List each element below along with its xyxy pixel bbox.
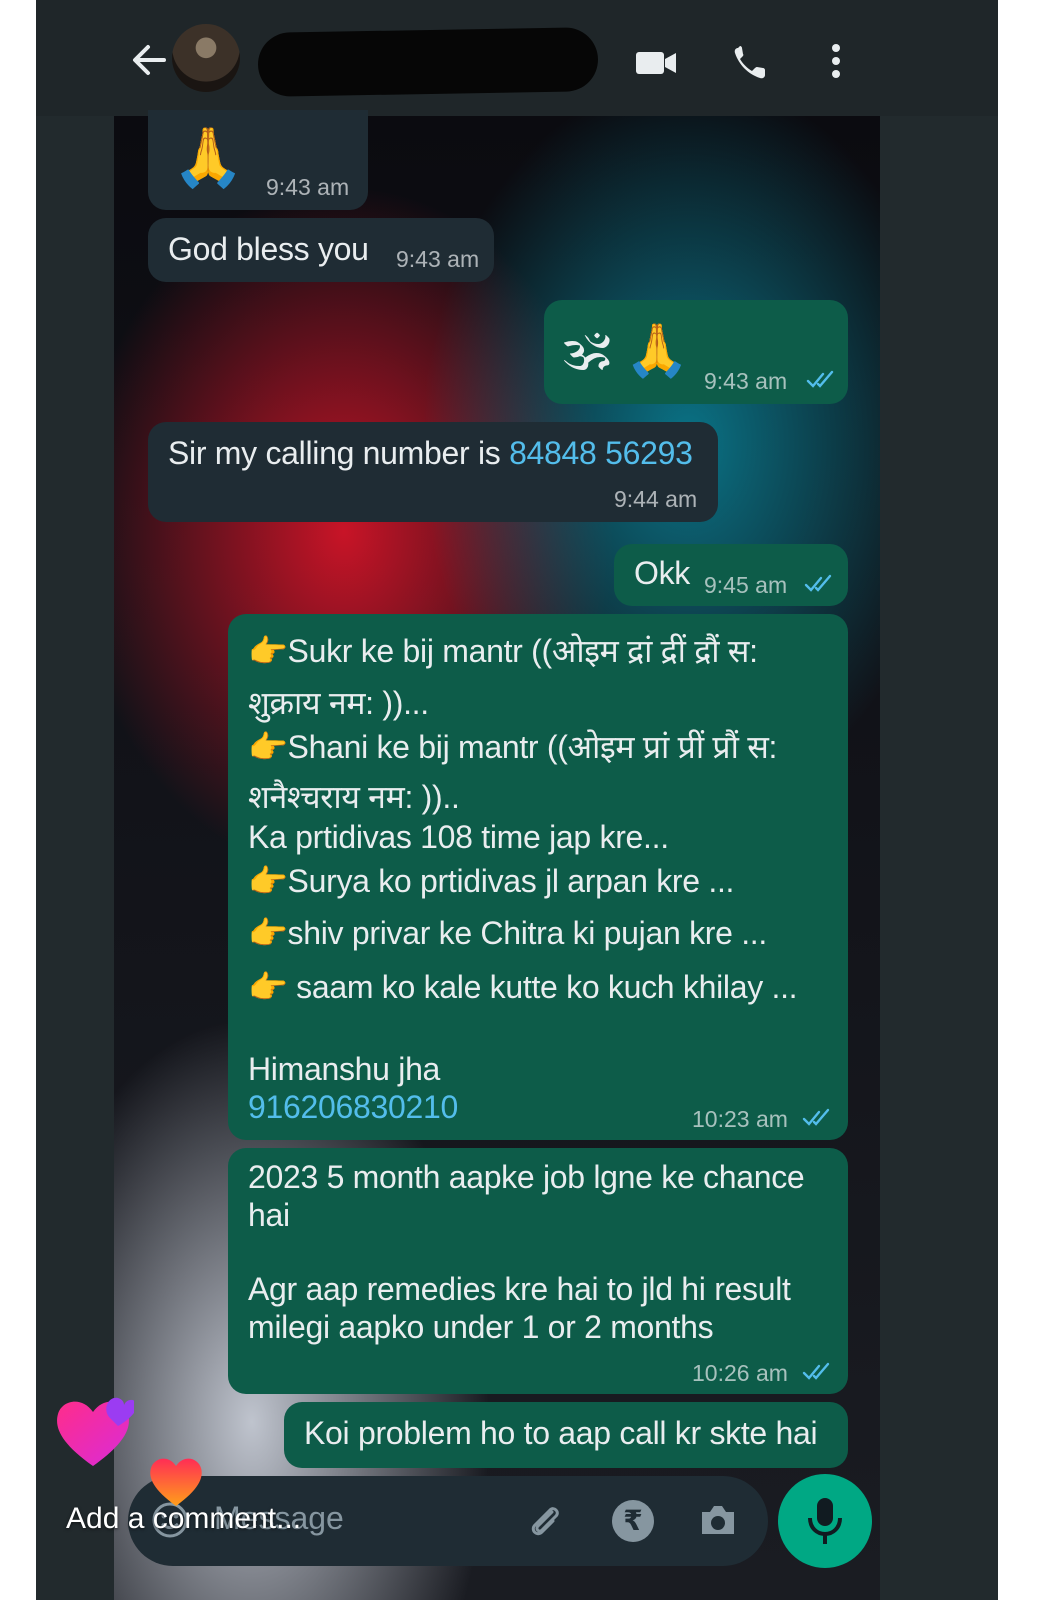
more-menu-button[interactable] xyxy=(816,42,860,82)
contact-avatar[interactable] xyxy=(172,24,240,92)
add-comment-input[interactable]: Add a comment... xyxy=(66,1502,301,1536)
message-line: शुक्राय नम: ))... xyxy=(248,685,429,721)
message-line: 👉shiv privar ke Chitra ki pujan kre ... xyxy=(248,915,767,951)
message-bubble-outgoing[interactable]: 🕉 🙏 9:43 am xyxy=(544,300,848,404)
read-receipt-icon xyxy=(802,1362,830,1380)
message-timestamp: 10:23 am xyxy=(692,1106,788,1132)
message-line: hai xyxy=(248,1197,290,1233)
wallpaper-side-left xyxy=(36,116,114,1600)
message-timestamp: 9:44 am xyxy=(614,486,698,512)
message-line: 2023 5 month aapke job lgne ke chance xyxy=(248,1159,805,1195)
chat-screen: 🙏 9:43 am God bless you 9:43 am 🕉 🙏 9:43… xyxy=(36,0,998,1600)
read-receipt-icon xyxy=(804,574,832,592)
message-timestamp: 9:43 am xyxy=(704,368,788,394)
message-text: Sir my calling number is 84848 56293 xyxy=(168,434,693,472)
message-timestamp: 9:45 am xyxy=(704,572,788,598)
arrow-left-icon xyxy=(133,45,166,75)
read-receipt-icon xyxy=(802,1108,830,1126)
message-line: 👉Sukr ke bij mantr ((ओइम द्रां द्रीं द्र… xyxy=(248,633,758,669)
message-line: Himanshu jha xyxy=(248,1051,441,1087)
message-bubble-outgoing[interactable]: Koi problem ho to aap call kr skte hai xyxy=(284,1402,848,1468)
message-line: Agr aap remedies kre hai to jld hi resul… xyxy=(248,1271,791,1307)
voice-message-button[interactable] xyxy=(778,1474,872,1568)
message-timestamp: 10:26 am xyxy=(692,1360,788,1386)
message-bubble-incoming[interactable]: 🙏 9:43 am xyxy=(148,110,368,210)
video-call-icon xyxy=(636,52,676,74)
message-line: 👉Shani ke bij mantr ((ओइम प्रां प्रीं प्… xyxy=(248,729,778,765)
message-timestamp: 9:43 am xyxy=(396,246,480,272)
message-timestamp: 9:43 am xyxy=(266,174,350,200)
message-line: शनैश्चराय नम: )).. xyxy=(248,779,460,815)
heart-reaction-icon xyxy=(150,1458,202,1506)
message-line: 👉Surya ko prtidivas jl arpan kre ... xyxy=(248,863,735,899)
wallpaper-side-right xyxy=(880,116,998,1600)
camera-icon[interactable] xyxy=(696,1500,740,1540)
message-line: milegi aapko under 1 or 2 months xyxy=(248,1309,714,1345)
message-text: Koi problem ho to aap call kr skte hai xyxy=(304,1415,818,1451)
message-bubble-outgoing[interactable]: 2023 5 month aapke job lgne ke chance ha… xyxy=(228,1148,848,1394)
chat-header xyxy=(36,0,998,118)
message-emoji: 🙏 xyxy=(172,125,244,190)
phone-icon xyxy=(734,46,765,79)
back-button[interactable] xyxy=(128,38,170,82)
paperclip-icon[interactable] xyxy=(524,1500,564,1540)
message-line: Ka prtidivas 108 time jap kre... xyxy=(248,819,669,855)
phone-number-link[interactable]: 916206830210 xyxy=(248,1088,458,1126)
rupee-icon[interactable]: ₹ xyxy=(612,1500,654,1542)
phone-number-link[interactable]: 84848 56293 xyxy=(509,435,693,471)
message-bubble-incoming[interactable]: God bless you 9:43 am xyxy=(148,218,494,282)
microphone-icon xyxy=(808,1498,842,1544)
message-line: 👉 saam ko kale kutte ko kuch khilay ... xyxy=(248,969,798,1005)
message-emoji: 🕉 🙏 xyxy=(564,322,690,380)
message-bubble-outgoing[interactable]: 👉Sukr ke bij mantr ((ओइम द्रां द्रीं द्र… xyxy=(228,614,848,1140)
more-vertical-icon xyxy=(832,44,840,78)
voice-call-button[interactable] xyxy=(730,42,774,82)
video-call-button[interactable] xyxy=(634,42,678,82)
message-text-prefix: Sir my calling number is xyxy=(168,435,510,471)
heart-reaction-icon xyxy=(57,1397,134,1466)
message-text: Okk xyxy=(634,555,690,591)
message-bubble-incoming[interactable]: Sir my calling number is 84848 56293 9:4… xyxy=(148,422,718,522)
contact-name-redacted[interactable] xyxy=(257,27,599,97)
message-bubble-outgoing[interactable]: Okk 9:45 am xyxy=(614,544,848,606)
message-text: God bless you xyxy=(168,231,369,267)
read-receipt-icon xyxy=(806,370,834,388)
